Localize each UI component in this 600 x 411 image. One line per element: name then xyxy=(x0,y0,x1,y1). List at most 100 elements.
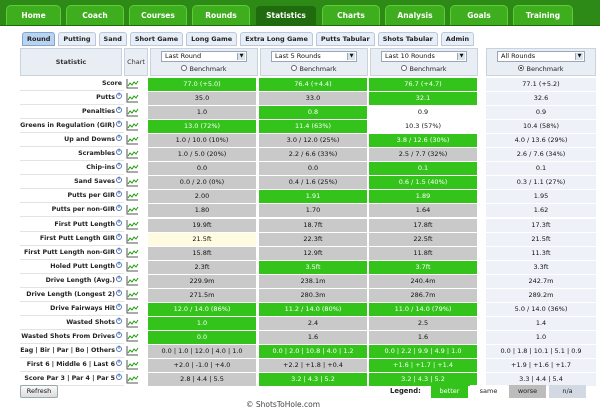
chart-icon[interactable] xyxy=(126,191,139,201)
stat-value-cell: 11.4 (63%) xyxy=(259,120,367,134)
info-icon[interactable]: i xyxy=(116,191,122,198)
column-last-5-rounds: Last 5 Rounds ▼ Benchmark xyxy=(260,48,368,76)
chart-icon[interactable] xyxy=(126,247,139,258)
benchmark-radio-1[interactable]: Benchmark xyxy=(151,65,257,73)
info-icon[interactable]: i xyxy=(116,107,122,114)
row-label: Score Par 3 | Par 4 | Par 5i xyxy=(20,372,124,387)
subtab-long-game[interactable]: Long Game xyxy=(186,32,238,46)
info-icon[interactable]: i xyxy=(116,303,122,310)
table-row: Holed Putt Length i 2.3ft 3.5ft 3.7ft 3.3ft xyxy=(20,260,598,274)
subtab-putts-tabular[interactable]: Putts Tabular xyxy=(315,32,375,46)
watermark: © ShotsToHole.com xyxy=(246,400,321,409)
chart-icon[interactable] xyxy=(126,121,139,131)
legend-better: better xyxy=(431,385,468,398)
chart-icon[interactable] xyxy=(126,163,139,173)
stat-value-cell: 77.1 (+5.2) xyxy=(486,78,596,91)
subtab-extra-long-game[interactable]: Extra Long Game xyxy=(240,32,313,46)
stat-value-cell: 5.0 / 14.0 (36%) xyxy=(486,302,596,316)
benchmark-radio-3[interactable]: Benchmark xyxy=(371,65,477,73)
info-icon[interactable]: i xyxy=(116,219,122,226)
info-icon[interactable]: i xyxy=(116,345,122,352)
info-icon[interactable]: i xyxy=(116,247,122,254)
info-icon[interactable]: i xyxy=(116,121,122,128)
info-icon[interactable]: i xyxy=(116,205,122,212)
chart-icon[interactable] xyxy=(126,303,139,314)
subtab-sand[interactable]: Sand xyxy=(98,32,127,46)
nav-tab-rounds[interactable]: Rounds xyxy=(192,5,250,25)
chart-icon[interactable] xyxy=(126,107,139,117)
stat-value-cell: 32.6 xyxy=(486,92,596,106)
nav-tab-coach[interactable]: Coach xyxy=(66,5,124,25)
row-label: Eag | Bir | Par | Bo | Others i xyxy=(20,344,124,358)
info-icon[interactable]: i xyxy=(116,360,122,366)
info-icon[interactable]: i xyxy=(116,275,122,282)
info-icon[interactable]: i xyxy=(116,93,122,100)
chart-icon[interactable] xyxy=(126,374,139,384)
info-icon[interactable]: i xyxy=(116,233,122,240)
stat-value-cell: 0.0 xyxy=(259,162,367,176)
chart-icon[interactable] xyxy=(126,360,139,370)
period-select-2[interactable]: Last 5 Rounds ▼ xyxy=(271,51,357,62)
chart-icon[interactable] xyxy=(126,79,139,89)
info-icon[interactable]: i xyxy=(116,163,122,170)
stat-value-cell: 271.5m xyxy=(148,288,256,302)
nav-tab-analysis[interactable]: Analysis xyxy=(385,5,445,25)
chart-icon[interactable] xyxy=(126,345,139,356)
stat-value-cell: 1.0 xyxy=(148,316,256,330)
subtab-admin[interactable]: Admin xyxy=(440,32,475,46)
period-select-3[interactable]: Last 10 Rounds ▼ xyxy=(381,51,467,62)
benchmark-radio-2[interactable]: Benchmark xyxy=(261,65,367,73)
period-select-1[interactable]: Last Round ▼ xyxy=(161,51,247,62)
chart-icon[interactable] xyxy=(126,205,139,215)
chart-icon[interactable] xyxy=(126,233,139,244)
chart-icon[interactable] xyxy=(126,177,139,187)
chart-icon[interactable] xyxy=(126,331,139,342)
nav-tab-charts[interactable]: Charts xyxy=(322,5,380,25)
row-label-text: Chip-ins xyxy=(86,164,115,172)
nav-tab-training[interactable]: Training xyxy=(513,5,573,25)
subtab-short-game[interactable]: Short Game xyxy=(129,32,184,46)
info-icon[interactable]: i xyxy=(116,331,122,338)
row-label: Holed Putt Length i xyxy=(20,260,124,274)
info-icon[interactable]: i xyxy=(116,289,122,296)
info-icon[interactable]: i xyxy=(116,317,122,324)
stat-value-cell: 2.8 | 4.4 | 5.5 xyxy=(148,373,256,387)
chart-icon[interactable] xyxy=(126,135,139,145)
refresh-button[interactable]: Refresh xyxy=(20,385,58,398)
chart-icon[interactable] xyxy=(126,275,139,286)
chart-icon[interactable] xyxy=(126,261,139,272)
subtab-putting[interactable]: Putting xyxy=(58,32,96,46)
info-icon[interactable]: i xyxy=(116,135,122,142)
stat-value-cell: 2.5 xyxy=(369,316,477,330)
chart-icon[interactable] xyxy=(126,93,139,103)
chart-icon[interactable] xyxy=(126,317,139,328)
info-icon[interactable]: i xyxy=(116,149,122,156)
row-label: Greens in Regulation (GIR) i xyxy=(20,119,124,134)
subtab-round[interactable]: Round xyxy=(22,32,56,46)
nav-tab-statistics[interactable]: Statistics xyxy=(255,5,317,25)
legend-worse: worse xyxy=(509,385,546,398)
chart-icon[interactable] xyxy=(126,219,139,230)
stat-value-cell: 0.8 xyxy=(259,106,367,120)
row-label: Drive Length (Avg.) i xyxy=(20,274,124,288)
table-row: Drive Fairways Hit i 12.0 / 14.0 (86%) 11.2… xyxy=(20,302,598,316)
subtab-shots-tabular[interactable]: Shots Tabular xyxy=(377,32,438,46)
row-label: Sand Saves i xyxy=(20,175,124,190)
table-row: Score 77.0 (+5.0) 76.4 (+4.4) 76.7 (+4.7) 77… xyxy=(20,77,598,91)
period-select-4[interactable]: All Rounds ▼ xyxy=(497,51,585,62)
chart-icon[interactable] xyxy=(126,289,139,300)
table-row: Scrambles i 1.0 / 5.0 (20%) 2.2 / 6.6 (33%)… xyxy=(20,147,598,162)
nav-tab-home[interactable]: Home xyxy=(6,5,61,25)
stat-value-cell: 1.4 xyxy=(486,316,596,330)
info-icon[interactable]: i xyxy=(116,177,122,184)
stat-value-cell: 77.0 (+5.0) xyxy=(148,78,256,91)
chart-icon[interactable] xyxy=(126,149,139,159)
stat-value-cell: 4.0 / 13.6 (29%) xyxy=(486,134,596,148)
info-icon[interactable]: i xyxy=(116,374,122,381)
benchmark-radio-4[interactable]: Benchmark xyxy=(487,65,595,73)
nav-tab-goals[interactable]: Goals xyxy=(450,5,508,25)
row-label: Chip-ins i xyxy=(20,161,124,176)
row-label-text: Putts per non-GIR xyxy=(51,206,115,214)
info-icon[interactable]: i xyxy=(116,261,122,268)
nav-tab-courses[interactable]: Courses xyxy=(129,5,187,25)
